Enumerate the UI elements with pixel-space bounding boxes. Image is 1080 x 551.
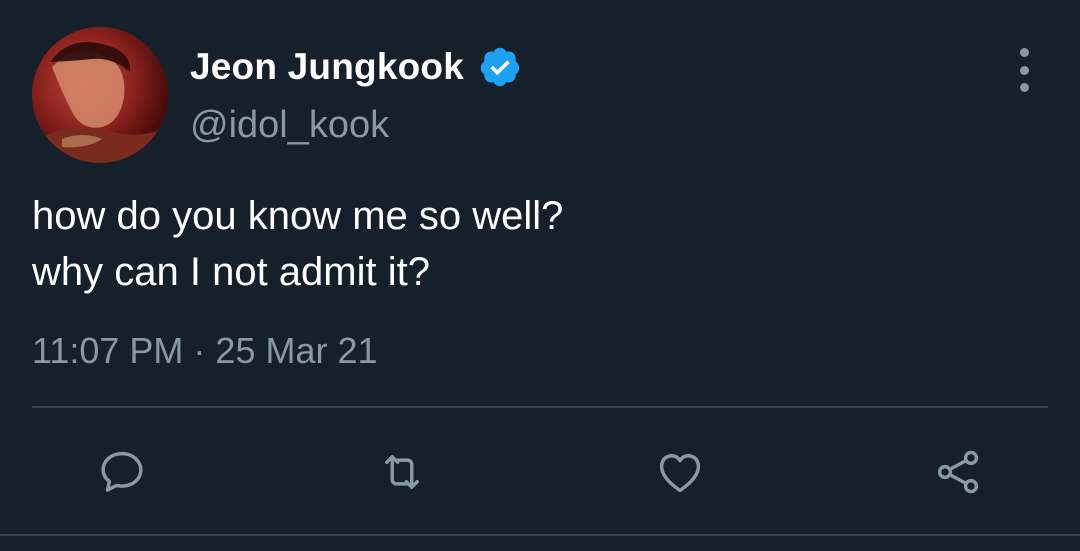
author-row: Jeon Jungkook xyxy=(190,42,522,92)
tweet-text: how do you know me so well? why can I no… xyxy=(32,188,563,300)
author-name[interactable]: Jeon Jungkook xyxy=(190,46,464,88)
like-button[interactable] xyxy=(652,444,708,500)
divider xyxy=(32,406,1048,408)
avatar[interactable] xyxy=(32,27,168,163)
tweet-time: 11:07 PM xyxy=(32,330,184,371)
share-icon xyxy=(937,450,979,494)
tweet-date: 25 Mar 21 xyxy=(215,330,378,371)
author-handle[interactable]: @idol_kook xyxy=(190,104,389,147)
timestamp-separator: · xyxy=(193,330,206,371)
comment-icon xyxy=(101,451,143,492)
share-button[interactable] xyxy=(930,444,986,500)
heart-icon xyxy=(659,454,701,493)
more-options-icon[interactable] xyxy=(1004,48,1044,92)
tweet-timestamp[interactable]: 11:07 PM · 25 Mar 21 xyxy=(32,330,378,372)
tweet-line: how do you know me so well? xyxy=(32,194,564,238)
tweet-line: why can I not admit it? xyxy=(32,250,430,294)
retweet-button[interactable] xyxy=(374,444,430,500)
retweet-icon xyxy=(385,455,419,489)
verified-badge-icon xyxy=(480,47,520,87)
bottom-divider xyxy=(0,534,1080,536)
reply-button[interactable] xyxy=(94,444,150,500)
profile-photo xyxy=(32,27,168,163)
tweet-card: Jeon Jungkook @idol_kook how do you know… xyxy=(0,0,1080,551)
